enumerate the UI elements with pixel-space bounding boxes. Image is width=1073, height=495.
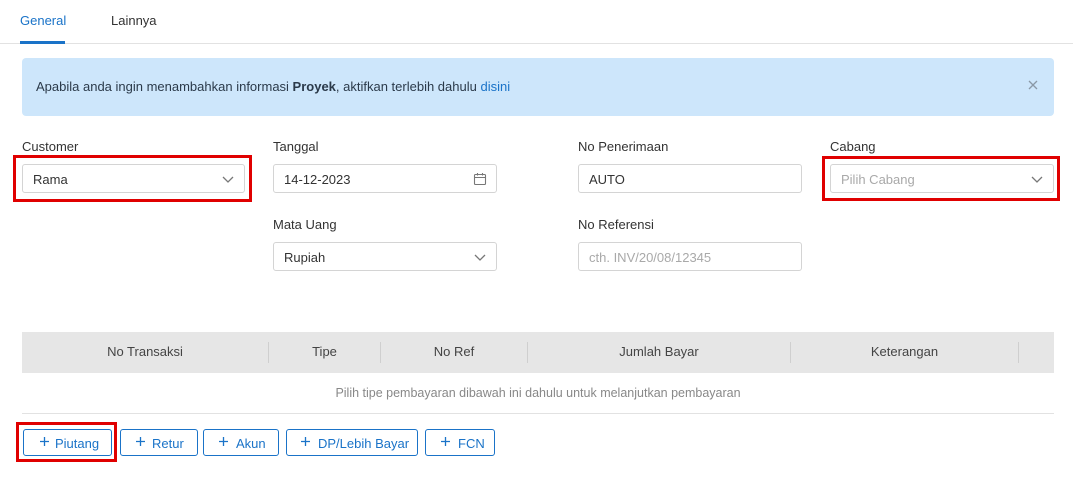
no-penerimaan-input[interactable]: AUTO bbox=[578, 164, 802, 193]
info-alert: Apabila anda ingin menambahkan informasi… bbox=[22, 58, 1054, 116]
customer-label: Customer bbox=[22, 139, 79, 154]
alert-message: Apabila anda ingin menambahkan informasi… bbox=[36, 79, 511, 94]
tab-general[interactable]: General bbox=[20, 13, 66, 28]
cabang-label: Cabang bbox=[830, 139, 876, 154]
plus-icon bbox=[219, 437, 228, 446]
table-empty-message: Pilih tipe pembayaran dibawah ini dahulu… bbox=[335, 386, 741, 400]
highlight-customer bbox=[13, 155, 252, 202]
tanggal-label: Tanggal bbox=[273, 139, 319, 154]
add-akun-label: Akun bbox=[236, 436, 266, 451]
tanggal-datepicker[interactable]: 14-12-2023 bbox=[273, 164, 497, 193]
highlight-piutang bbox=[16, 422, 117, 462]
active-tab-indicator bbox=[20, 41, 65, 44]
plus-icon bbox=[441, 437, 450, 446]
add-akun-button[interactable]: Akun bbox=[203, 429, 279, 456]
add-dp-lebih-bayar-button[interactable]: DP/Lebih Bayar bbox=[286, 429, 418, 456]
table-bottom-divider bbox=[22, 413, 1054, 414]
alert-link-disini[interactable]: disini bbox=[480, 79, 510, 94]
mata-uang-value: Rupiah bbox=[284, 250, 326, 265]
no-referensi-placeholder: cth. INV/20/08/12345 bbox=[589, 250, 712, 265]
column-no-ref: No Ref bbox=[433, 344, 475, 359]
column-divider bbox=[1018, 342, 1019, 363]
calendar-icon[interactable] bbox=[473, 172, 487, 186]
plus-icon bbox=[136, 437, 145, 446]
highlight-cabang bbox=[822, 156, 1060, 201]
no-referensi-label: No Referensi bbox=[578, 217, 654, 232]
alert-bold-text: Proyek bbox=[292, 79, 336, 94]
add-retur-button[interactable]: Retur bbox=[120, 429, 198, 456]
tab-lainnya[interactable]: Lainnya bbox=[111, 13, 157, 28]
add-dp-lebih-bayar-label: DP/Lebih Bayar bbox=[318, 436, 410, 451]
no-referensi-input[interactable]: cth. INV/20/08/12345 bbox=[578, 242, 802, 271]
column-jumlah-bayar: Jumlah Bayar bbox=[619, 344, 699, 359]
add-fcn-button[interactable]: FCN bbox=[425, 429, 495, 456]
column-tipe: Tipe bbox=[312, 344, 337, 359]
no-penerimaan-value: AUTO bbox=[589, 172, 625, 187]
no-penerimaan-label: No Penerimaan bbox=[578, 139, 669, 154]
column-no-transaksi: No Transaksi bbox=[107, 344, 183, 359]
plus-icon bbox=[301, 437, 310, 446]
mata-uang-select[interactable]: Rupiah bbox=[273, 242, 497, 271]
close-icon[interactable] bbox=[1026, 78, 1040, 92]
table-header: No Transaksi Tipe No Ref Jumlah Bayar Ke… bbox=[22, 332, 1054, 373]
tab-bar: General Lainnya bbox=[0, 0, 1073, 44]
chevron-down-icon bbox=[474, 254, 486, 261]
add-fcn-label: FCN bbox=[458, 436, 485, 451]
mata-uang-label: Mata Uang bbox=[273, 217, 337, 232]
add-retur-label: Retur bbox=[152, 436, 184, 451]
column-keterangan: Keterangan bbox=[870, 344, 939, 359]
tanggal-value: 14-12-2023 bbox=[284, 172, 351, 187]
